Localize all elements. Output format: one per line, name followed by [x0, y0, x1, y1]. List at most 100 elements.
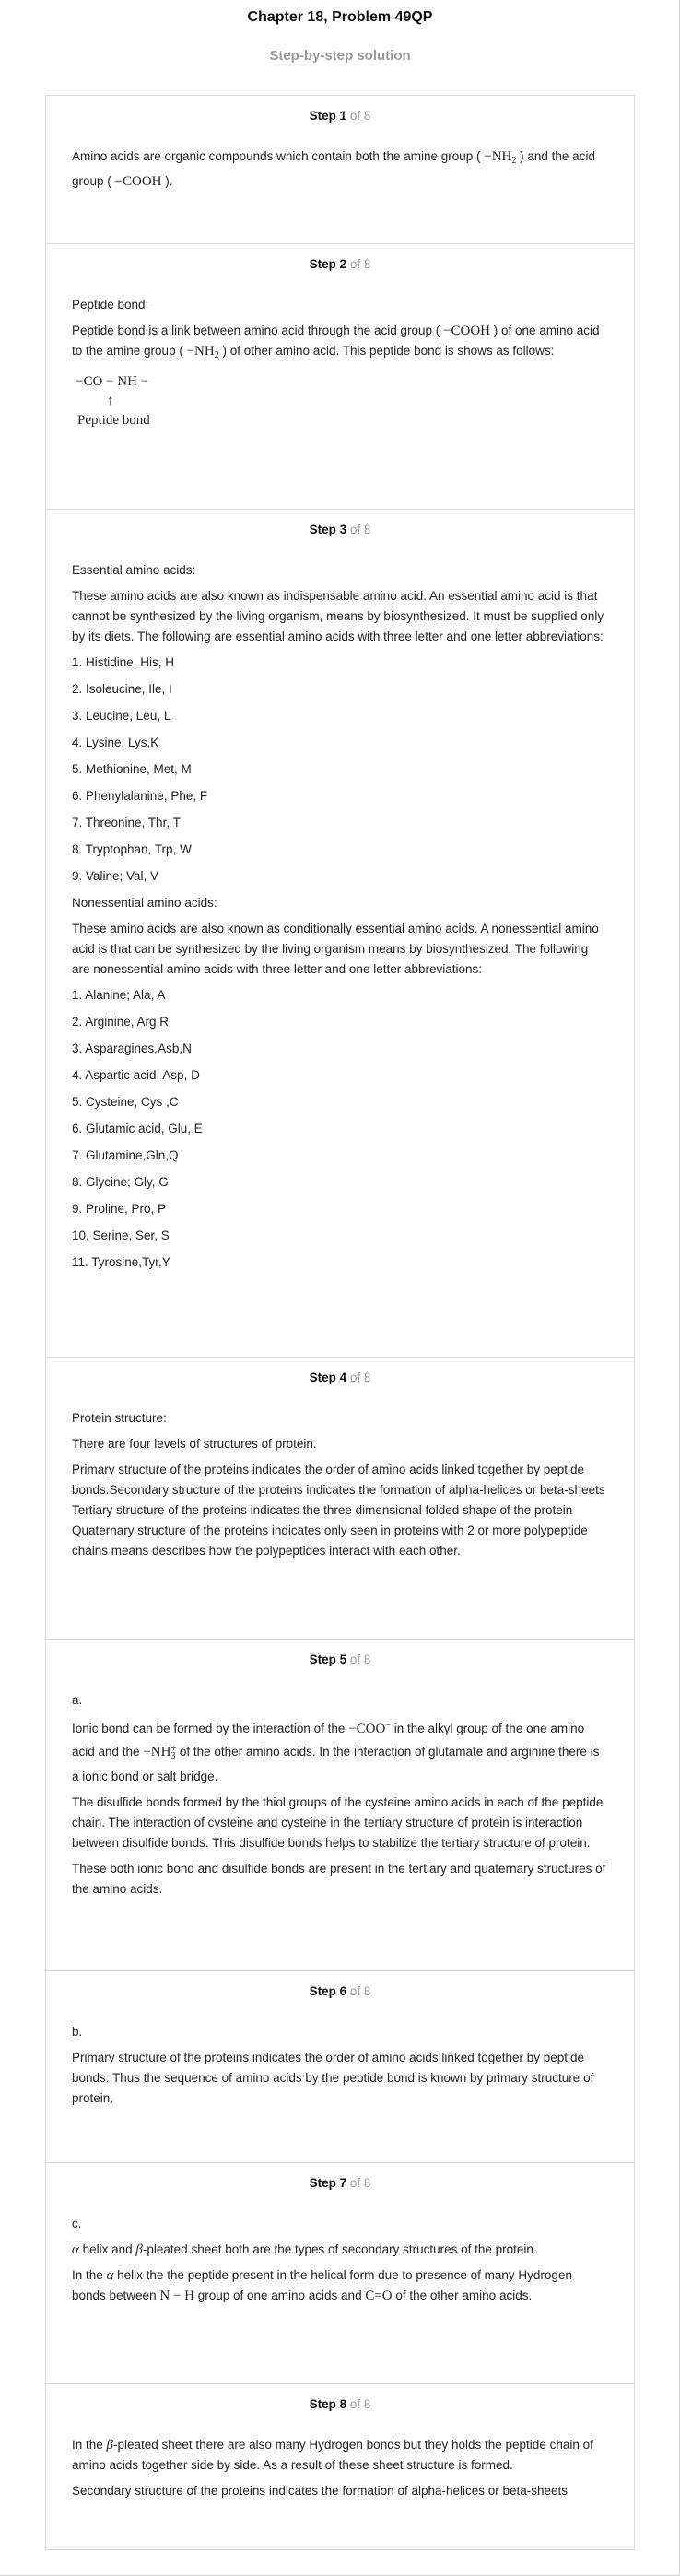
step-text: α helix and β-pleated sheet both are the… — [72, 2240, 608, 2260]
up-arrow-icon: ↑ — [107, 394, 114, 408]
step-text: These amino acids are also known as indi… — [72, 589, 604, 643]
step-label: Step 1 — [309, 109, 347, 123]
nonessential-list: 1. Alanine; Ala, A 2. Arginine, Arg,R 3.… — [72, 985, 608, 1273]
step-header: Step 4 of 8 — [72, 1370, 608, 1384]
formula-amine: −NH2 — [484, 149, 516, 166]
step-text: In the β-pleated sheet there are also ma… — [72, 2435, 608, 2476]
formula-carboxylate: −COO− — [348, 1721, 391, 1736]
step-label: Step 4 — [309, 1370, 347, 1384]
step-label: Step 3 — [309, 523, 347, 536]
formula-text: −COO — [348, 1722, 386, 1736]
text-run: In the — [72, 2268, 107, 2282]
formula-ammonium: −NH3+ — [143, 1744, 176, 1761]
list-item: 2. Isoleucine, Ile, I — [72, 682, 172, 696]
step-total: of 8 — [349, 1653, 371, 1666]
step-label: Step 7 — [309, 2176, 347, 2190]
list-item: 4. Lysine, Lys,K — [72, 735, 159, 749]
formula-nh: N − H — [159, 2288, 194, 2303]
list-item: 5. Methionine, Met, M — [72, 762, 192, 776]
step-label: Step 8 — [309, 2397, 347, 2411]
step-text: These amino acids are also known as cond… — [72, 922, 599, 976]
step-text: Primary structure of the proteins indica… — [72, 1463, 605, 1558]
peptide-bond-formula: −CO − NH − ↑ Peptide bond — [76, 371, 608, 430]
step-header: Step 2 of 8 — [72, 257, 608, 271]
text-run: helix and — [78, 2242, 136, 2256]
step-total: of 8 — [349, 1984, 371, 1998]
text-run: Peptide bond is a link between amino aci… — [72, 323, 444, 337]
step-header: Step 3 of 8 — [72, 523, 608, 536]
step-text: The disulfide bonds formed by the thiol … — [72, 1795, 604, 1850]
step-text: In the α helix the the peptide present i… — [72, 2265, 608, 2306]
step-label: Step 2 — [309, 257, 347, 271]
part-label: b. — [72, 2025, 83, 2039]
formula-text: −NH — [143, 1745, 171, 1759]
step-label: Step 6 — [309, 1984, 347, 1998]
list-item: 3. Asparagines,Asb,N — [72, 1041, 192, 1055]
step-text: Peptide bond is a link between amino aci… — [72, 321, 608, 366]
text-run: of the other amino acids. — [392, 2288, 533, 2302]
step-7: Step 7 of 8 c. α helix and β-pleated she… — [46, 2162, 634, 2383]
step-text: Ionic bond can be formed by the interact… — [72, 1716, 608, 1787]
beta-symbol: β — [106, 2438, 114, 2452]
formula-carboxyl: −COOH — [114, 174, 162, 189]
step-label: Step 5 — [309, 1653, 347, 1666]
step-2: Step 2 of 8 Peptide bond: Peptide bond i… — [46, 243, 634, 509]
step-4: Step 4 of 8 Protein structure: There are… — [46, 1357, 634, 1639]
solution-steps: Step 1 of 8 Amino acids are organic comp… — [45, 95, 635, 2550]
step-total: of 8 — [349, 1370, 371, 1384]
step-header: Step 8 of 8 — [72, 2397, 608, 2411]
section-heading: Protein structure: — [72, 1411, 167, 1425]
section-heading: Essential amino acids: — [72, 563, 196, 577]
step-text: These both ionic bond and disulfide bond… — [72, 1862, 606, 1896]
list-item: 9. Proline, Pro, P — [72, 1202, 167, 1216]
beta-symbol: β — [135, 2242, 143, 2257]
step-8: Step 8 of 8 In the β-pleated sheet there… — [46, 2383, 634, 2549]
text-run: group of one amino acids and — [193, 2288, 366, 2302]
text-run: -pleated sheet there are also many Hydro… — [72, 2438, 593, 2472]
formula-text: −NH — [484, 149, 512, 164]
step-text: Amino acids are organic compounds which … — [72, 147, 608, 192]
list-item: 1. Alanine; Ala, A — [72, 988, 166, 1002]
text-run: In the — [72, 2438, 107, 2452]
section-heading: Nonessential amino acids: — [72, 896, 217, 910]
text-run: Ionic bond can be formed by the interact… — [72, 1722, 349, 1735]
step-total: of 8 — [349, 109, 371, 123]
step-header: Step 7 of 8 — [72, 2176, 608, 2190]
list-item: 7. Glutamine,Gln,Q — [72, 1148, 179, 1162]
part-label: c. — [72, 2217, 82, 2230]
list-item: 10. Serine, Ser, S — [72, 1229, 170, 1242]
step-total: of 8 — [349, 257, 371, 271]
text-run: ) of other amino acid. This peptide bond… — [218, 344, 555, 358]
formula-amine: −NH2 — [186, 344, 219, 360]
formula-text: −NH — [186, 344, 215, 359]
text-run: -pleated sheet both are the types of sec… — [142, 2242, 537, 2256]
list-item: 6. Phenylalanine, Phe, F — [72, 789, 208, 803]
list-item: 7. Threonine, Thr, T — [72, 816, 181, 829]
list-item: 8. Glycine; Gly, G — [72, 1175, 169, 1189]
page-subtitle: Step-by-step solution — [269, 48, 411, 64]
list-item: 4. Aspartic acid, Asp, D — [72, 1068, 200, 1082]
step-header: Step 5 of 8 — [72, 1653, 608, 1666]
step-text: Secondary structure of the proteins indi… — [72, 2484, 569, 2498]
list-item: 9. Valine; Val, V — [72, 869, 159, 883]
step-6: Step 6 of 8 b. Primary structure of the … — [46, 1970, 634, 2162]
formula-label: Peptide bond — [77, 413, 150, 428]
list-item: 11. Tyrosine,Tyr,Y — [72, 1255, 170, 1269]
essential-list: 1. Histidine, His, H 2. Isoleucine, Ile,… — [72, 653, 608, 887]
step-text: There are four levels of structures of p… — [72, 1437, 317, 1451]
text-run: ). — [161, 174, 173, 188]
formula-text: −CO − NH − — [76, 374, 149, 389]
text-run: Amino acids are organic compounds which … — [72, 149, 485, 163]
step-header: Step 1 of 8 — [72, 109, 608, 123]
step-5: Step 5 of 8 a. Ionic bond can be formed … — [46, 1639, 634, 1970]
alpha-symbol: α — [72, 2242, 79, 2257]
page-title: Chapter 18, Problem 49QP — [247, 9, 433, 25]
step-total: of 8 — [349, 2397, 371, 2411]
step-total: of 8 — [349, 2176, 371, 2190]
step-header: Step 6 of 8 — [72, 1984, 608, 1998]
formula-co: C=O — [365, 2288, 393, 2303]
list-item: 6. Glutamic acid, Glu, E — [72, 1122, 203, 1135]
list-item: 8. Tryptophan, Trp, W — [72, 842, 192, 856]
step-1: Step 1 of 8 Amino acids are organic comp… — [46, 96, 634, 243]
formula-carboxyl: −COOH — [443, 323, 490, 338]
